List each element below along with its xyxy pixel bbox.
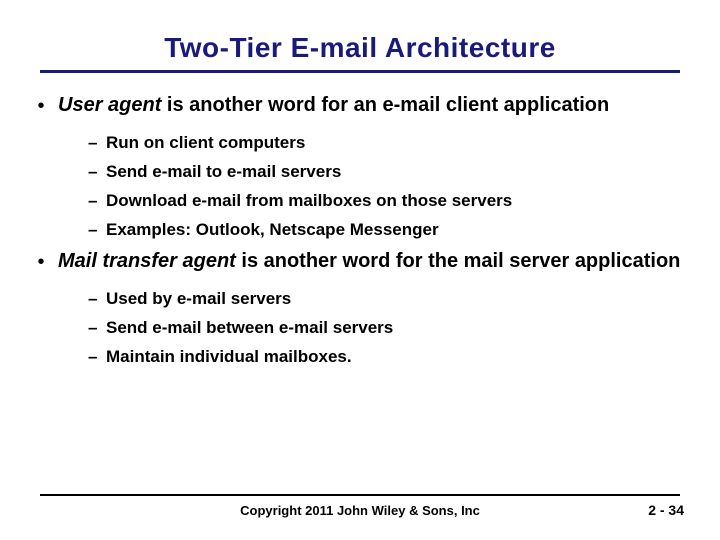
dash-icon: – [88, 162, 106, 182]
sub-list: – Used by e-mail servers – Send e-mail b… [30, 276, 690, 367]
bullet-text: User agent is another word for an e-mail… [52, 93, 690, 117]
bullet-rest: is another word for an e-mail client app… [161, 94, 609, 116]
sub-item: – Examples: Outlook, Netscape Messenger [88, 220, 690, 240]
dash-icon: – [88, 191, 106, 211]
bullet-item: • User agent is another word for an e-ma… [30, 93, 690, 118]
sub-text: Send e-mail to e-mail servers [106, 162, 690, 182]
content-area: • User agent is another word for an e-ma… [0, 83, 720, 367]
sub-text: Run on client computers [106, 133, 690, 153]
bullet-lead: User agent [58, 94, 161, 116]
dash-icon: – [88, 133, 106, 153]
title-underline [40, 70, 680, 73]
sub-item: – Maintain individual mailboxes. [88, 347, 690, 367]
page-number: 2 - 34 [648, 502, 684, 518]
sub-item: – Used by e-mail servers [88, 289, 690, 309]
slide-title: Two-Tier E-mail Architecture [0, 0, 720, 70]
sub-text: Examples: Outlook, Netscape Messenger [106, 220, 690, 240]
footer-divider [40, 494, 680, 496]
copyright-text: Copyright 2011 John Wiley & Sons, Inc [0, 503, 720, 518]
slide: Two-Tier E-mail Architecture • User agen… [0, 0, 720, 540]
sub-text: Send e-mail between e-mail servers [106, 318, 690, 338]
bullet-dot-icon: • [30, 249, 52, 274]
sub-item: – Send e-mail between e-mail servers [88, 318, 690, 338]
dash-icon: – [88, 289, 106, 309]
sub-item: – Send e-mail to e-mail servers [88, 162, 690, 182]
bullet-dot-icon: • [30, 93, 52, 118]
bullet-rest: is another word for the mail server appl… [236, 250, 681, 272]
sub-text: Download e-mail from mailboxes on those … [106, 191, 690, 211]
bullet-item: • Mail transfer agent is another word fo… [30, 249, 690, 274]
dash-icon: – [88, 318, 106, 338]
bullet-lead: Mail transfer agent [58, 250, 236, 272]
sub-text: Maintain individual mailboxes. [106, 347, 690, 367]
sub-text: Used by e-mail servers [106, 289, 690, 309]
dash-icon: – [88, 347, 106, 367]
bullet-text: Mail transfer agent is another word for … [52, 249, 690, 273]
sub-item: – Download e-mail from mailboxes on thos… [88, 191, 690, 211]
dash-icon: – [88, 220, 106, 240]
sub-item: – Run on client computers [88, 133, 690, 153]
sub-list: – Run on client computers – Send e-mail … [30, 120, 690, 240]
